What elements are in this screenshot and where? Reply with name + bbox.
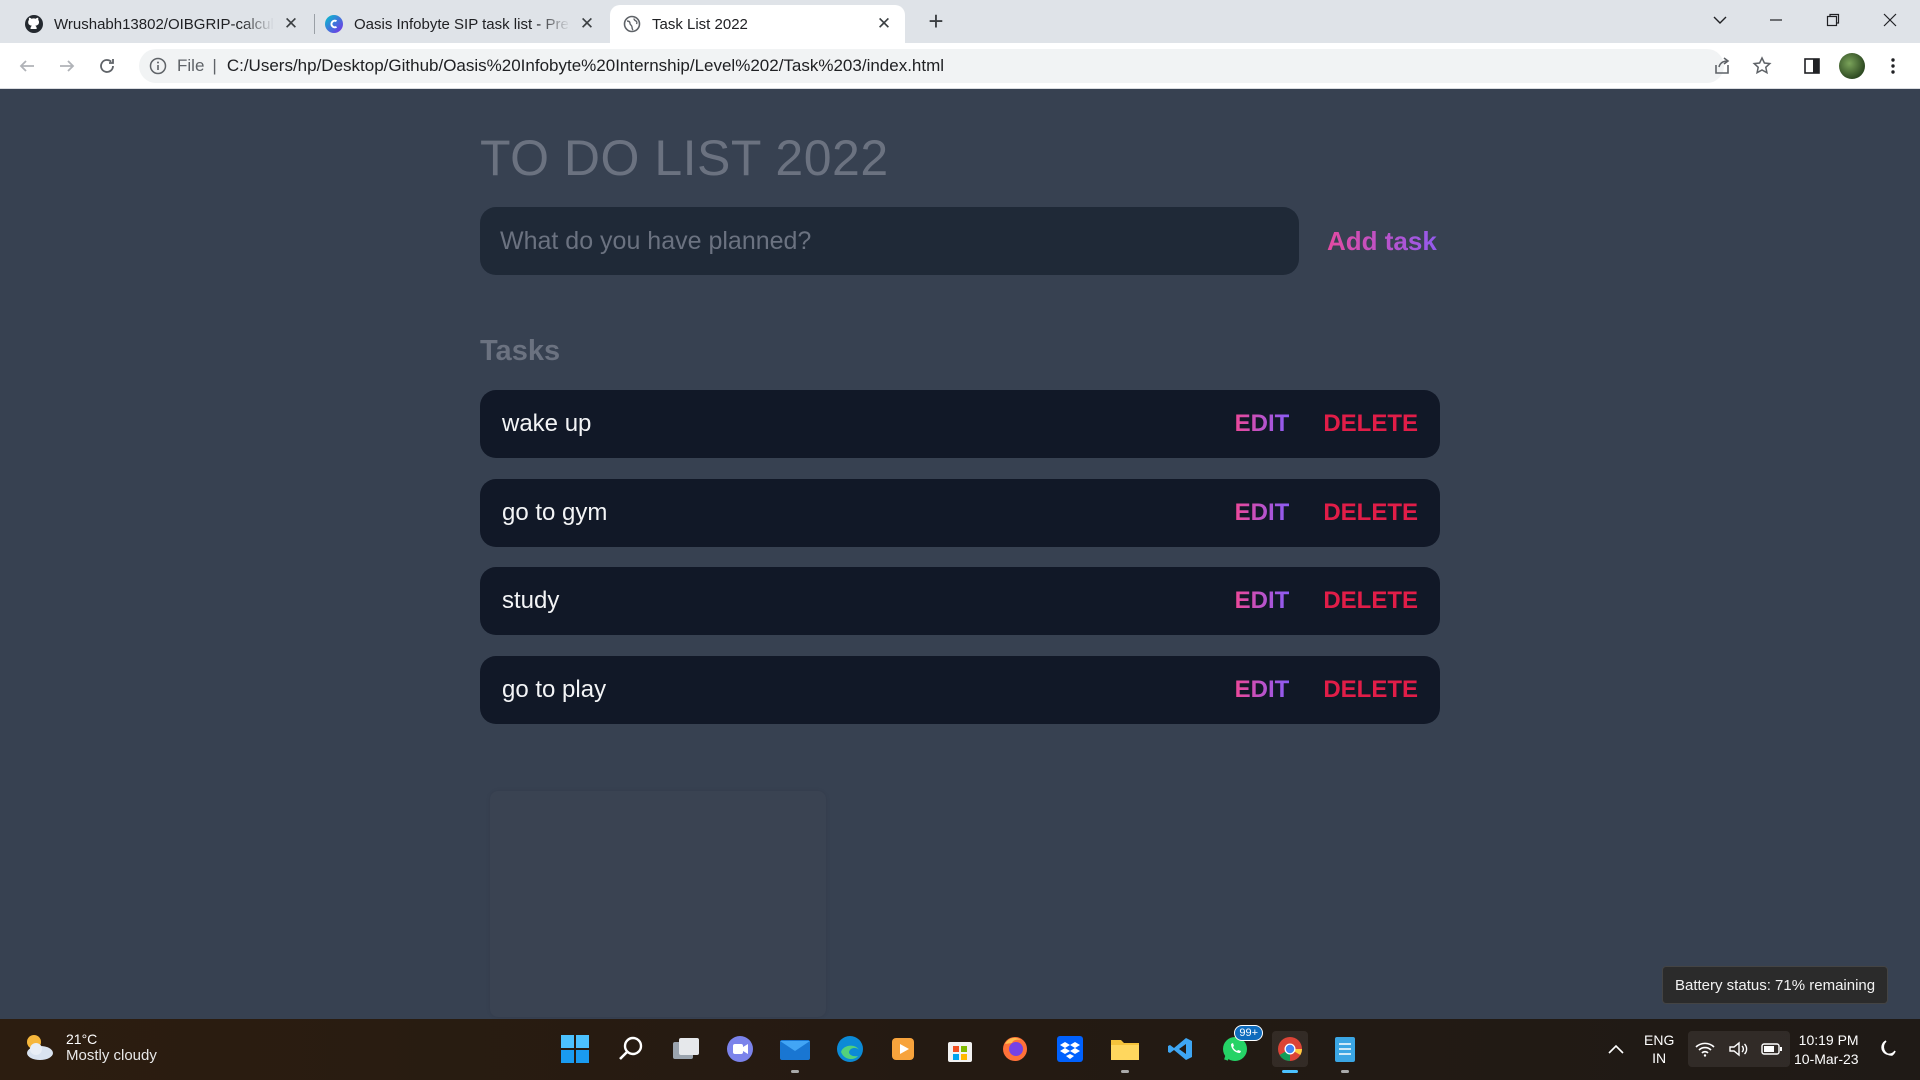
faded-popup-panel <box>490 791 826 1017</box>
close-tab-icon[interactable]: ✕ <box>875 14 893 34</box>
url-scheme: File <box>177 56 205 75</box>
microsoft-store-icon[interactable] <box>942 1031 978 1067</box>
delete-button[interactable]: DELETE <box>1323 676 1418 704</box>
battery-icon <box>1761 1043 1783 1055</box>
edit-button[interactable]: EDIT <box>1235 587 1290 615</box>
taskbar: 21°C Mostly cloudy 99+ ENG IN 10:19 PM 1… <box>0 1019 1920 1080</box>
search-icon[interactable] <box>613 1031 649 1067</box>
page-title: TO DO LIST 2022 <box>480 130 889 186</box>
new-tab-button[interactable]: + <box>922 8 950 36</box>
add-task-button[interactable]: Add task <box>1315 207 1449 275</box>
tab-canva[interactable]: Oasis Infobyte SIP task list - Presentat… <box>312 5 608 43</box>
active-indicator <box>1282 1070 1298 1073</box>
forward-icon[interactable] <box>52 51 82 81</box>
bookmark-star-icon[interactable] <box>1749 53 1775 79</box>
running-indicator <box>1121 1070 1129 1073</box>
dropbox-icon[interactable] <box>1052 1031 1088 1067</box>
close-tab-icon[interactable]: ✕ <box>578 14 596 34</box>
url-text[interactable]: C:/Users/hp/Desktop/Github/Oasis%20Infob… <box>227 56 944 76</box>
media-player-icon[interactable] <box>885 1031 921 1067</box>
task-text: go to play <box>502 675 607 703</box>
task-text: study <box>502 587 560 614</box>
weather-widget[interactable]: 21°C Mostly cloudy <box>20 1029 157 1065</box>
tasks-heading: Tasks <box>480 335 561 367</box>
edge-browser-icon[interactable] <box>832 1031 868 1067</box>
restore-icon[interactable] <box>1805 0 1861 40</box>
task-item: study EDIT DELETE <box>480 567 1440 635</box>
info-icon[interactable] <box>149 57 167 75</box>
teams-chat-icon[interactable] <box>722 1031 758 1067</box>
file-explorer-icon[interactable] <box>1107 1031 1143 1073</box>
task-item: go to gym EDIT DELETE <box>480 478 1440 547</box>
language-code: ENG <box>1644 1032 1675 1048</box>
running-indicator <box>791 1070 799 1073</box>
system-clock[interactable]: 10:19 PM 10-Mar-23 <box>1794 1031 1859 1069</box>
running-indicator <box>1341 1070 1349 1073</box>
tab-github[interactable]: Wrushabh13802/OIBGRIP-calculator ✕ <box>12 5 312 43</box>
wifi-icon <box>1695 1042 1715 1057</box>
input-language-indicator[interactable]: ENG IN <box>1644 1031 1674 1067</box>
battery-tooltip: Battery status: 71% remaining <box>1662 966 1889 1004</box>
side-panel-icon[interactable] <box>1799 53 1825 79</box>
delete-button[interactable]: DELETE <box>1323 499 1418 527</box>
new-task-input[interactable] <box>480 207 1299 275</box>
notepad-icon[interactable] <box>1327 1031 1363 1073</box>
reload-icon[interactable] <box>92 51 122 81</box>
clock-date: 10-Mar-23 <box>1794 1051 1859 1067</box>
delete-button[interactable]: DELETE <box>1323 587 1418 615</box>
tab-search-icon[interactable] <box>1692 0 1748 40</box>
chrome-icon[interactable] <box>1272 1031 1308 1073</box>
task-view-icon[interactable] <box>668 1031 704 1067</box>
notification-badge: 99+ <box>1234 1025 1263 1041</box>
edit-button[interactable]: EDIT <box>1235 410 1290 438</box>
cloudy-weather-icon <box>27 1035 53 1060</box>
address-bar[interactable]: File | C:/Users/hp/Desktop/Github/Oasis%… <box>139 49 1724 83</box>
canva-icon <box>324 14 344 34</box>
volume-icon <box>1729 1041 1748 1057</box>
back-icon[interactable] <box>12 51 42 81</box>
edit-button[interactable]: EDIT <box>1235 676 1290 704</box>
whatsapp-icon[interactable]: 99+ <box>1217 1025 1263 1067</box>
more-menu-icon[interactable] <box>1880 53 1906 79</box>
weather-condition: Mostly cloudy <box>66 1046 157 1064</box>
tab-task-list[interactable]: Task List 2022 ✕ <box>610 5 905 43</box>
close-tab-icon[interactable]: ✕ <box>282 14 300 34</box>
profile-avatar[interactable] <box>1839 53 1865 79</box>
task-list: wake up EDIT DELETE go to gym EDIT DELET… <box>480 390 1440 744</box>
page-viewport: TO DO LIST 2022 Add task Tasks wake up E… <box>0 89 1920 1019</box>
url-separator: | <box>212 56 217 75</box>
tab-title: Task List 2022 <box>652 15 748 33</box>
clock-time: 10:19 PM <box>1798 1032 1859 1048</box>
task-text: wake up <box>502 410 592 437</box>
edit-button[interactable]: EDIT <box>1235 499 1290 527</box>
github-icon <box>24 14 44 34</box>
share-icon[interactable] <box>1709 53 1735 79</box>
vscode-icon[interactable] <box>1162 1031 1198 1067</box>
globe-icon <box>622 14 642 34</box>
focus-moon-icon[interactable] <box>1870 1031 1906 1067</box>
firefox-icon[interactable] <box>997 1031 1033 1067</box>
browser-tab-strip: Wrushabh13802/OIBGRIP-calculator ✕ Oasis… <box>0 0 1920 43</box>
minimize-icon[interactable] <box>1748 0 1804 40</box>
browser-toolbar: File | C:/Users/hp/Desktop/Github/Oasis%… <box>0 43 1920 89</box>
quick-settings-button[interactable] <box>1688 1031 1790 1067</box>
show-hidden-icons-chevron-icon[interactable] <box>1598 1031 1634 1067</box>
temperature: 21°C <box>66 1030 98 1047</box>
tab-title: Oasis Infobyte SIP task list - Presentat… <box>354 15 570 33</box>
delete-button[interactable]: DELETE <box>1323 410 1418 438</box>
close-window-icon[interactable] <box>1862 0 1918 40</box>
region-code: IN <box>1652 1050 1667 1066</box>
task-item: go to play EDIT DELETE <box>480 655 1440 724</box>
mail-icon[interactable] <box>777 1031 813 1073</box>
task-item: wake up EDIT DELETE <box>480 390 1440 458</box>
windows-start-icon[interactable] <box>557 1031 593 1067</box>
tab-title: Wrushabh13802/OIBGRIP-calculator <box>54 15 274 33</box>
task-text: go to gym <box>502 498 608 526</box>
